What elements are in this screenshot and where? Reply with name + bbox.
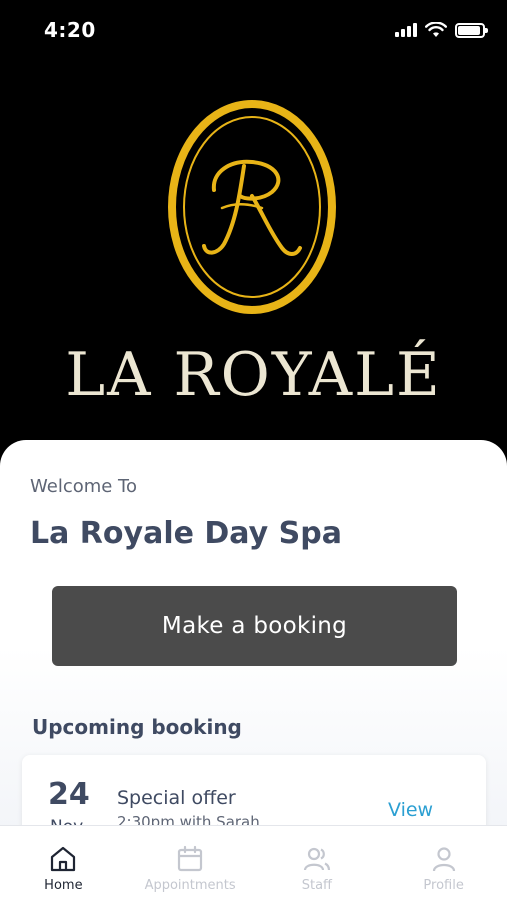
battery-icon [455,22,488,38]
booking-title: Special offer [117,787,236,809]
hero-banner: LA ROYALÉ [0,62,507,452]
tab-label: Appointments [144,878,236,893]
home-icon [51,846,76,872]
view-booking-link[interactable]: View [388,799,433,821]
tab-label: Home [44,878,83,893]
spa-title: La Royale Day Spa [30,516,342,551]
bottom-tab-bar: Home Appointments Staff Profile [0,825,507,900]
booking-date-day: 24 [48,777,90,812]
tab-profile[interactable]: Profile [380,826,507,900]
status-bar: 4:20 [0,0,507,62]
tab-staff[interactable]: Staff [254,826,381,900]
make-booking-button[interactable]: Make a booking [52,586,457,666]
staff-icon [303,847,330,871]
brand-name: LA ROYALÉ [65,340,442,410]
calendar-icon [178,845,203,872]
royal-r-monogram-oval-icon [168,100,336,314]
tab-home[interactable]: Home [0,826,127,900]
tab-label: Staff [301,878,333,893]
status-icons [395,22,488,38]
tab-label: Profile [423,878,464,893]
wifi-icon [425,22,447,37]
profile-icon [432,847,455,872]
welcome-label: Welcome To [30,476,138,497]
cellular-signal-icon [395,23,417,37]
upcoming-booking-heading: Upcoming booking [32,715,242,739]
tab-appointments[interactable]: Appointments [127,826,254,900]
status-time: 4:20 [44,18,96,42]
